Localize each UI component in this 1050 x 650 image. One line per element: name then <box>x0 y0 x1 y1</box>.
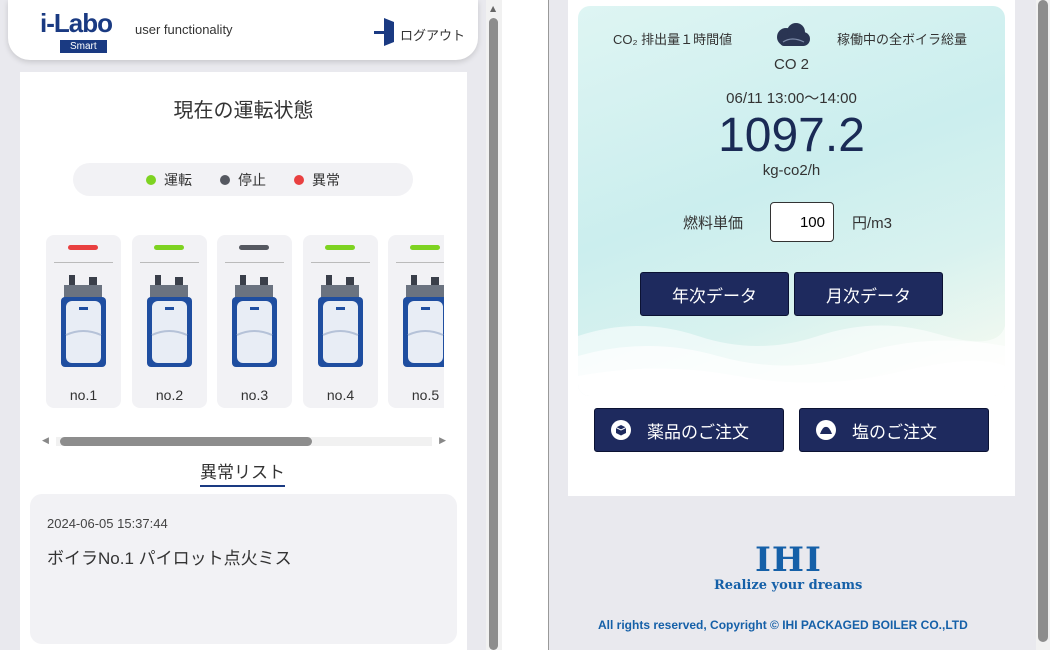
boiler-icon <box>232 275 277 367</box>
legend-stopped: 停止 <box>220 170 266 190</box>
boiler-list[interactable]: no.1 no.2 no.3 no.4 no.5 <box>46 235 444 410</box>
scroll-left-icon[interactable]: ◀ <box>42 436 49 446</box>
logo-text: i-Labo <box>40 8 113 38</box>
stopped-dot-icon <box>220 174 230 185</box>
scroll-right-icon[interactable]: ▶ <box>439 436 446 446</box>
anomaly-message: ボイラNo.1 パイロット点火ミス <box>47 549 292 568</box>
annual-data-button[interactable]: 年次データ <box>640 272 789 316</box>
status-card: 現在の運転状態 運転 停止 異常 no.1 no.2 no.3 no.4 no.… <box>20 72 467 650</box>
cloud-icon <box>777 23 810 46</box>
boiler-status-bar <box>154 245 184 250</box>
fuel-price-unit: 円/m3 <box>852 215 893 232</box>
co2-panel: CO₂ 排出量１時間値 稼働中の全ボイラ総量 CO 2 06/11 13:00～… <box>578 6 1005 396</box>
ilabo-logo[interactable]: i-Labo Smart <box>40 8 120 54</box>
logo-sub: Smart <box>60 40 107 53</box>
divider <box>225 262 284 263</box>
status-title: 現在の運転状態 <box>173 100 314 122</box>
co2-unit: kg-co2/h <box>762 162 821 179</box>
legend-error: 異常 <box>294 170 340 190</box>
boiler-label: no.1 <box>69 387 98 403</box>
ihi-tagline: Realize your dreams <box>714 578 863 593</box>
left-content: i-Labo Smart user functionality ログアウト 現在… <box>0 0 486 650</box>
anomaly-list-title: 異常リスト <box>200 458 285 487</box>
scroll-thumb[interactable] <box>60 437 312 446</box>
chemical-order-button[interactable]: 薬品のご注文 <box>594 408 784 452</box>
boiler-icon <box>147 275 192 367</box>
wave-decoration <box>578 325 1005 396</box>
divider <box>311 262 370 263</box>
error-dot-icon <box>294 174 304 185</box>
boiler-card-5[interactable]: no.5 <box>388 235 444 408</box>
boiler-label: no.4 <box>326 387 355 403</box>
boiler-icon <box>318 275 363 367</box>
divider <box>140 262 199 263</box>
status-legend: 運転 停止 異常 <box>73 163 413 196</box>
fuel-price-input[interactable] <box>770 202 834 242</box>
co2-period: 06/11 13:00～14:00 <box>726 90 857 107</box>
anomaly-list: 2024-06-05 15:37:44 ボイラNo.1 パイロット点火ミス <box>30 494 457 644</box>
left-vertical-scrollbar[interactable]: ▲ <box>486 0 502 650</box>
co2-total-label: 稼働中の全ボイラ総量 <box>837 32 968 47</box>
legend-label: 異常 <box>312 171 340 188</box>
copyright-text: All rights reserved, Copyright © IHI PAC… <box>598 618 968 632</box>
app-header: i-Labo Smart user functionality ログアウト <box>8 0 478 60</box>
right-pane: CO₂ 排出量１時間値 稼働中の全ボイラ総量 CO 2 06/11 13:00～… <box>502 0 1050 650</box>
logout-button[interactable]: ログアウト <box>374 18 465 50</box>
header-subtitle: user functionality <box>135 22 233 37</box>
boiler-status-bar <box>239 245 269 250</box>
boiler-card-2[interactable]: no.2 <box>132 235 207 408</box>
left-pane: i-Labo Smart user functionality ログアウト 現在… <box>0 0 502 650</box>
legend-label: 停止 <box>238 171 266 188</box>
boiler-label: no.2 <box>155 387 184 403</box>
horizontal-scrollbar[interactable]: ◀ ▶ <box>42 434 446 448</box>
divider <box>54 262 113 263</box>
divider <box>396 262 444 263</box>
boiler-card-1[interactable]: no.1 <box>46 235 121 408</box>
legend-running: 運転 <box>146 170 192 190</box>
boiler-label: no.5 <box>411 387 440 403</box>
scroll-up-icon[interactable]: ▲ <box>490 4 496 13</box>
ihi-logo: IHI <box>755 540 822 580</box>
co2-name: CO 2 <box>773 56 809 73</box>
salt-order-button[interactable]: 塩のご注文 <box>799 408 989 452</box>
anomaly-timestamp: 2024-06-05 15:37:44 <box>47 516 168 531</box>
salt-order-label: 塩のご注文 <box>852 422 937 442</box>
running-dot-icon <box>146 174 156 185</box>
boiler-icon <box>403 275 444 367</box>
salt-pile-icon <box>816 420 836 440</box>
boiler-icon <box>61 275 106 367</box>
scroll-thumb[interactable] <box>489 18 498 650</box>
right-vertical-scrollbar[interactable] <box>1036 0 1050 650</box>
boiler-status-bar <box>410 245 440 250</box>
scroll-thumb[interactable] <box>1038 0 1048 642</box>
fuel-price-label: 燃料単価 <box>683 215 744 232</box>
boiler-label: no.3 <box>240 387 269 403</box>
logout-icon <box>374 18 396 50</box>
boiler-status-bar <box>325 245 355 250</box>
co2-value: 1097.2 <box>718 109 865 162</box>
legend-label: 運転 <box>164 171 192 188</box>
boiler-card-4[interactable]: no.4 <box>303 235 378 408</box>
monthly-data-button[interactable]: 月次データ <box>794 272 943 316</box>
boiler-card-3[interactable]: no.3 <box>217 235 292 408</box>
logout-label: ログアウト <box>400 27 466 43</box>
box-icon <box>611 420 631 440</box>
co2-hourly-label: CO₂ 排出量１時間値 <box>613 32 733 47</box>
boiler-status-bar <box>68 245 98 250</box>
chemical-order-label: 薬品のご注文 <box>647 422 749 442</box>
